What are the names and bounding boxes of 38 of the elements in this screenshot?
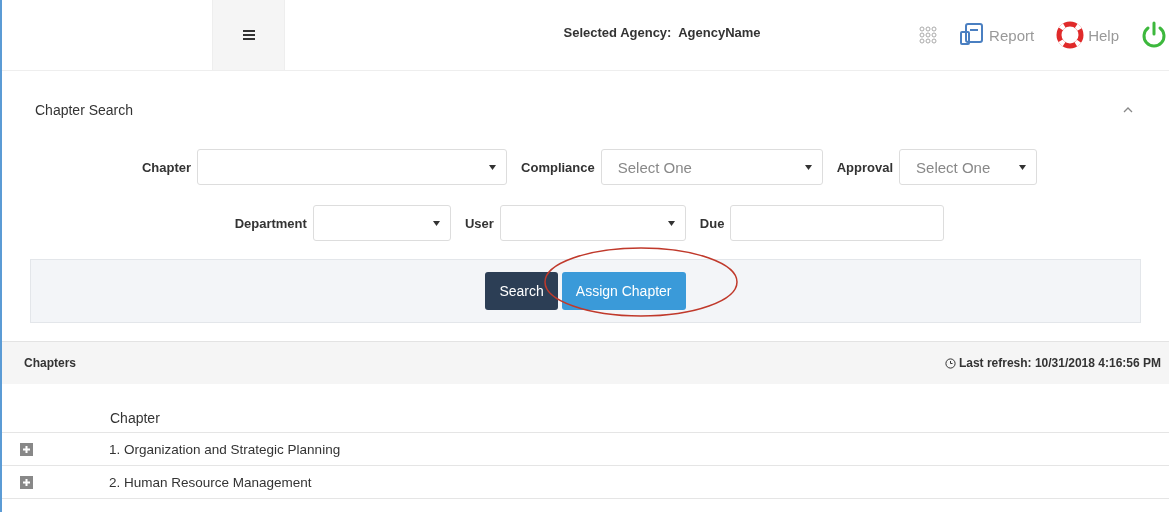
select-field[interactable]	[312, 205, 451, 241]
dropdown-icon	[1019, 164, 1027, 170]
assign-button[interactable]: Assign Chapter	[561, 272, 686, 310]
select-field[interactable]	[499, 205, 686, 241]
field-label: Due	[699, 215, 725, 231]
field-label: Compliance	[521, 159, 595, 175]
menu-button[interactable]	[212, 0, 285, 70]
column-header: Chapter	[110, 410, 160, 426]
field-label: Chapter	[141, 159, 192, 175]
field-label: Department	[234, 215, 307, 231]
select-field[interactable]: Select One	[899, 149, 1038, 185]
expand-row-icon[interactable]	[20, 475, 33, 489]
chapter-title: 2. Human Resource Management	[109, 474, 312, 490]
expand-row-icon[interactable]	[20, 442, 33, 456]
help-link[interactable]: Help	[1056, 21, 1119, 49]
select-field[interactable]	[197, 149, 508, 185]
grid-icon[interactable]	[919, 26, 938, 44]
dropdown-icon	[432, 220, 440, 226]
menu-icon	[242, 30, 255, 40]
collapse-icon[interactable]	[1123, 107, 1133, 113]
select-field[interactable]: Select One	[600, 149, 823, 185]
panel-title: Chapter Search	[35, 102, 134, 118]
section-title: Chapters	[24, 356, 76, 370]
field-label: Approval	[836, 159, 894, 175]
lifebuoy-icon	[1056, 21, 1085, 49]
field-label: User	[464, 215, 494, 231]
report-icon	[959, 22, 986, 48]
clock-icon	[944, 357, 956, 369]
dropdown-icon	[489, 164, 497, 170]
chapter-title: 1. Organization and Strategic Planning	[109, 441, 341, 457]
selected-agency: Selected Agency: AgencyName	[562, 24, 762, 40]
input-field[interactable]	[730, 205, 945, 241]
dropdown-icon	[804, 164, 812, 170]
report-link[interactable]: Report	[959, 22, 1035, 48]
search-button[interactable]: Search	[485, 272, 558, 310]
power-icon[interactable]	[1141, 21, 1167, 49]
dropdown-icon	[667, 220, 675, 226]
last-refresh: Last refresh: 10/31/2018 4:16:56 PM	[958, 356, 1161, 370]
